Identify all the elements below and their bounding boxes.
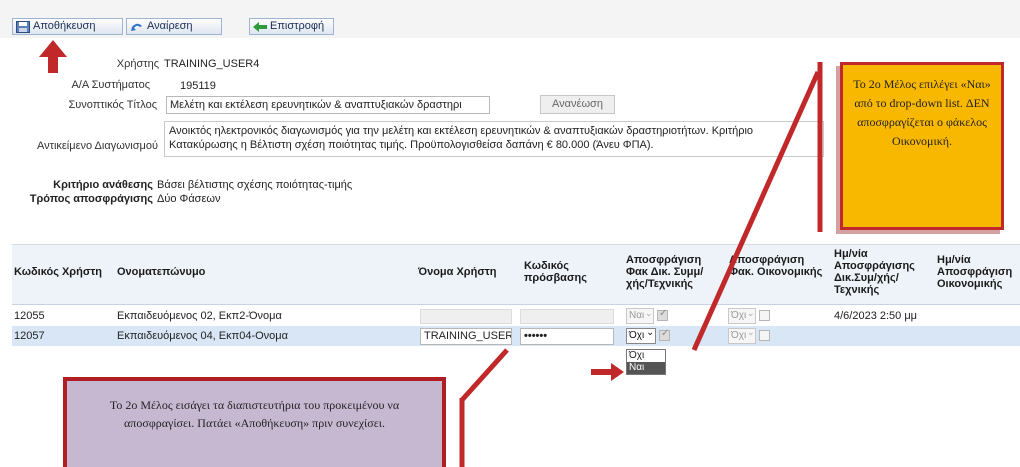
callout-yellow: Το 2ο Μέλος επιλέγει «Ναι» από το drop-d… <box>840 62 1004 230</box>
callout-purple: Το 2ο Μέλος εισάγει τα διαπιστευτήρια το… <box>63 377 446 467</box>
